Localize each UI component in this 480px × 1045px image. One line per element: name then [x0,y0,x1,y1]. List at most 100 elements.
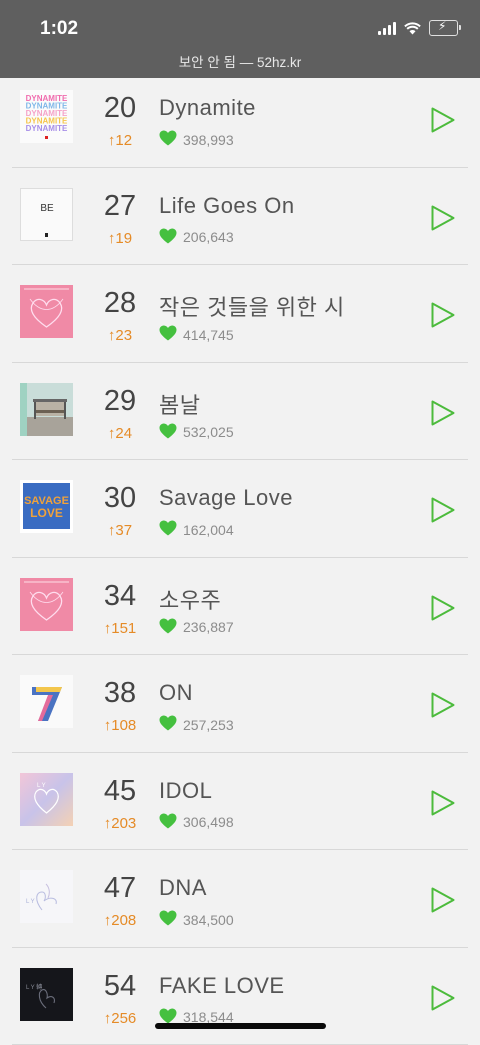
svg-text:DYNAMITE: DYNAMITE [26,124,68,133]
heart-icon[interactable] [159,130,177,149]
rank-change: ↑208 [96,912,144,929]
play-icon[interactable] [430,106,456,134]
heart-icon[interactable] [159,228,177,247]
like-count: 414,745 [159,325,234,344]
heart-icon[interactable] [159,813,177,832]
rank-change: ↑24 [96,425,144,442]
song-row[interactable]: DYNAMITEDYNAMITEDYNAMITEDYNAMITEDYNAMITE… [0,70,480,168]
song-title[interactable]: FAKE LOVE [159,973,285,999]
album-cover-answer: L Y [20,773,73,826]
song-title[interactable]: 작은 것들을 위한 시 [159,290,345,322]
heart-icon[interactable] [159,520,177,539]
chart-rank: 47 [96,872,144,905]
song-title[interactable]: Life Goes On [159,193,295,219]
song-row[interactable]: 29 ↑24 봄날 532,025 [0,363,480,461]
chart-rank: 45 [96,775,144,808]
like-count-value: 206,643 [183,229,234,245]
song-title[interactable]: DNA [159,875,207,901]
rank-change: ↑12 [96,132,144,149]
like-count-value: 236,887 [183,619,234,635]
like-count-value: 414,745 [183,327,234,343]
url-bar[interactable]: 보안 안 됨 — 52hz.kr [0,51,480,71]
rank-change: ↑256 [96,1010,144,1027]
album-cover-map-of-the-soul-7 [20,675,73,728]
play-icon[interactable] [430,691,456,719]
song-row[interactable]: L Y 45 ↑203 IDOL 306,498 [0,753,480,851]
svg-text:L Y 轉: L Y 轉 [26,983,42,991]
song-row[interactable]: 34 ↑151 소우주 236,887 [0,558,480,656]
rank-change: ↑19 [96,230,144,247]
like-count-value: 384,500 [183,912,234,928]
like-count: 532,025 [159,423,234,442]
battery-icon: ⚡ [429,20,458,36]
song-title[interactable]: ON [159,680,193,706]
heart-icon[interactable] [159,618,177,637]
heart-icon[interactable] [159,423,177,442]
chart-rank: 29 [96,385,144,418]
like-count-value: 398,993 [183,132,234,148]
like-count-value: 257,253 [183,717,234,733]
play-icon[interactable] [430,301,456,329]
rank-change: ↑37 [96,522,144,539]
like-count: 236,887 [159,618,234,637]
rank-change: ↑151 [96,620,144,637]
song-title[interactable]: IDOL [159,778,212,804]
rank-change: ↑108 [96,717,144,734]
song-row[interactable]: 28 ↑23 작은 것들을 위한 시 414,745 [0,265,480,363]
chart-rank: 20 [96,92,144,125]
song-row[interactable]: BE 27 ↑19 Life Goes On 206,643 [0,168,480,266]
like-count: 398,993 [159,130,234,149]
album-cover-savage-love: SAVAGE LOVE [20,480,73,533]
svg-text:LOVE: LOVE [30,506,63,520]
album-cover-be: BE [20,188,73,241]
play-icon[interactable] [430,886,456,914]
play-icon[interactable] [430,399,456,427]
like-count: 384,500 [159,910,234,929]
chart-rank: 30 [96,482,144,515]
wifi-icon [404,22,421,35]
play-icon[interactable] [430,496,456,524]
song-chart-list: DYNAMITEDYNAMITEDYNAMITEDYNAMITEDYNAMITE… [0,70,480,1045]
song-row[interactable]: SAVAGE LOVE 30 ↑37 Savage Love 162,004 [0,460,480,558]
home-indicator[interactable] [155,1023,326,1029]
album-cover-tear: L Y 轉 [20,968,73,1021]
heart-icon[interactable] [159,715,177,734]
play-icon[interactable] [430,594,456,622]
like-count: 306,498 [159,813,234,832]
rank-change: ↑23 [96,327,144,344]
album-cover-spring-day [20,383,73,436]
svg-text:BE: BE [40,203,54,214]
heart-icon[interactable] [159,910,177,929]
system-icons: ⚡ [378,20,458,36]
chart-rank: 38 [96,677,144,710]
album-cover-persona [20,578,73,631]
like-count-value: 532,025 [183,424,234,440]
song-row[interactable]: 38 ↑108 ON 257,253 [0,655,480,753]
chart-rank: 27 [96,190,144,223]
song-row[interactable]: L Y 轉 54 ↑256 FAKE LOVE 318,544 [0,948,480,1045]
status-time: 1:02 [40,18,78,40]
like-count-value: 306,498 [183,814,234,830]
like-count-value: 162,004 [183,522,234,538]
song-title[interactable]: Dynamite [159,95,256,121]
play-icon[interactable] [430,204,456,232]
album-cover-her: L Y [20,870,73,923]
like-count: 162,004 [159,520,234,539]
play-icon[interactable] [430,789,456,817]
rank-change: ↑203 [96,815,144,832]
song-title[interactable]: Savage Love [159,485,293,511]
cellular-signal-icon [378,22,396,35]
svg-text:L Y: L Y [37,783,46,789]
chart-rank: 34 [96,580,144,613]
chart-rank: 28 [96,287,144,320]
like-count: 206,643 [159,228,234,247]
svg-text:L Y: L Y [26,899,35,905]
song-title[interactable]: 소우주 [159,583,221,615]
song-title[interactable]: 봄날 [159,388,200,420]
song-row[interactable]: L Y 47 ↑208 DNA 384,500 [0,850,480,948]
chart-rank: 54 [96,970,144,1003]
status-bar: 1:02 ⚡ 보안 안 됨 — 52hz.kr [0,0,480,78]
album-cover-persona [20,285,73,338]
play-icon[interactable] [430,984,456,1012]
heart-icon[interactable] [159,325,177,344]
